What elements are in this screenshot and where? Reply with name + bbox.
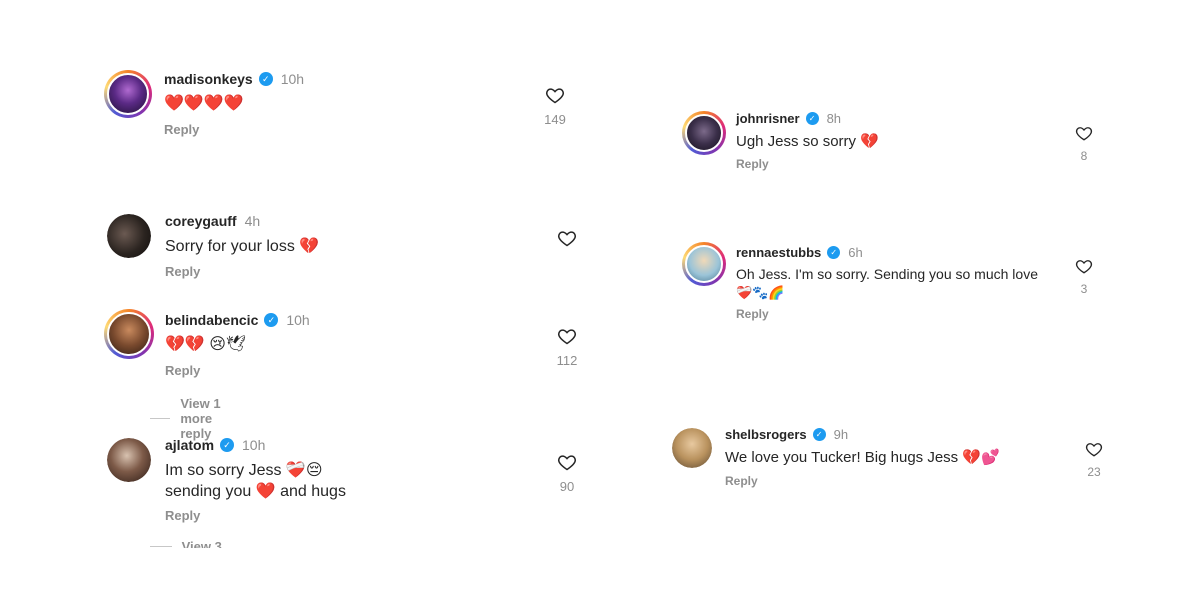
reply-button[interactable]: Reply: [725, 474, 758, 488]
username[interactable]: rennaestubbs: [736, 245, 821, 260]
comment-text: ❤️❤️❤️❤️: [164, 95, 244, 112]
like-count: 90: [559, 479, 575, 494]
reply-button[interactable]: Reply: [736, 157, 769, 171]
comment-text-line-1: Oh Jess. I'm so sorry. Sending you so mu…: [736, 266, 1038, 282]
like-count: 112: [556, 353, 578, 368]
like-count: 3: [1080, 282, 1088, 296]
like-count: 8: [1080, 149, 1088, 163]
divider: [150, 546, 172, 547]
comment-text-line-2: ❤️‍🩹🐾🌈: [736, 285, 785, 300]
reply-button[interactable]: Reply: [165, 363, 200, 378]
avatar[interactable]: [682, 111, 726, 155]
heart-icon[interactable]: [556, 326, 578, 348]
heart-icon[interactable]: [1074, 257, 1094, 277]
comment-text: Ugh Jess so sorry 💔: [736, 133, 879, 150]
comment-text: We love you Tucker! Big hugs Jess 💔💕: [725, 449, 1000, 466]
comment-text: Sorry for your loss 💔: [165, 238, 320, 255]
verified-badge-icon: ✓: [220, 438, 235, 452]
verified-badge-icon: ✓: [258, 72, 273, 86]
heart-icon[interactable]: [1074, 124, 1094, 144]
username[interactable]: shelbsrogers: [725, 427, 807, 442]
avatar[interactable]: [107, 214, 151, 258]
username[interactable]: madisonkeys: [164, 71, 253, 87]
avatar[interactable]: [104, 309, 154, 359]
avatar[interactable]: [672, 428, 712, 468]
username[interactable]: belindabencic: [165, 312, 258, 328]
heart-icon[interactable]: [556, 452, 578, 474]
heart-icon[interactable]: [544, 85, 566, 107]
timestamp: 4h: [244, 213, 261, 229]
timestamp: 8h: [826, 110, 842, 126]
like-count: 23: [1087, 465, 1101, 479]
username[interactable]: ajlatom: [165, 437, 214, 453]
timestamp: 10h: [286, 312, 310, 328]
timestamp: 10h: [242, 437, 266, 453]
username[interactable]: johnrisner: [736, 111, 800, 126]
view-more-label: View 1 more reply: [180, 396, 221, 441]
verified-badge-icon: ✓: [812, 427, 826, 441]
avatar[interactable]: [104, 70, 152, 118]
reply-button[interactable]: Reply: [165, 264, 200, 279]
reply-button[interactable]: Reply: [165, 508, 200, 523]
avatar[interactable]: [682, 242, 726, 286]
divider: [150, 418, 171, 419]
username[interactable]: coreygauff: [165, 213, 237, 229]
timestamp: 10h: [280, 71, 305, 87]
comment-text-line-2: sending you ❤️ and hugs: [165, 483, 346, 500]
timestamp: 9h: [833, 426, 849, 442]
comment-text: 💔💔 😢🕊: [165, 336, 247, 353]
reply-button[interactable]: Reply: [736, 307, 769, 321]
comment-text-line-1: Im so sorry Jess ❤️‍🩹😔: [165, 462, 323, 479]
reply-button[interactable]: Reply: [164, 122, 199, 137]
view-more-replies-link[interactable]: View 1 more reply: [150, 396, 234, 441]
verified-badge-icon: ✓: [827, 245, 841, 259]
verified-badge-icon: ✓: [805, 111, 819, 125]
avatar[interactable]: [107, 438, 151, 482]
heart-icon[interactable]: [1084, 440, 1104, 460]
timestamp: 6h: [848, 244, 863, 260]
view-more-replies-link[interactable]: View 3 more replies: [150, 539, 244, 548]
view-more-label: View 3 more replies: [181, 539, 222, 548]
like-count: 149: [544, 112, 566, 127]
verified-badge-icon: ✓: [264, 313, 279, 327]
heart-icon[interactable]: [556, 228, 578, 250]
